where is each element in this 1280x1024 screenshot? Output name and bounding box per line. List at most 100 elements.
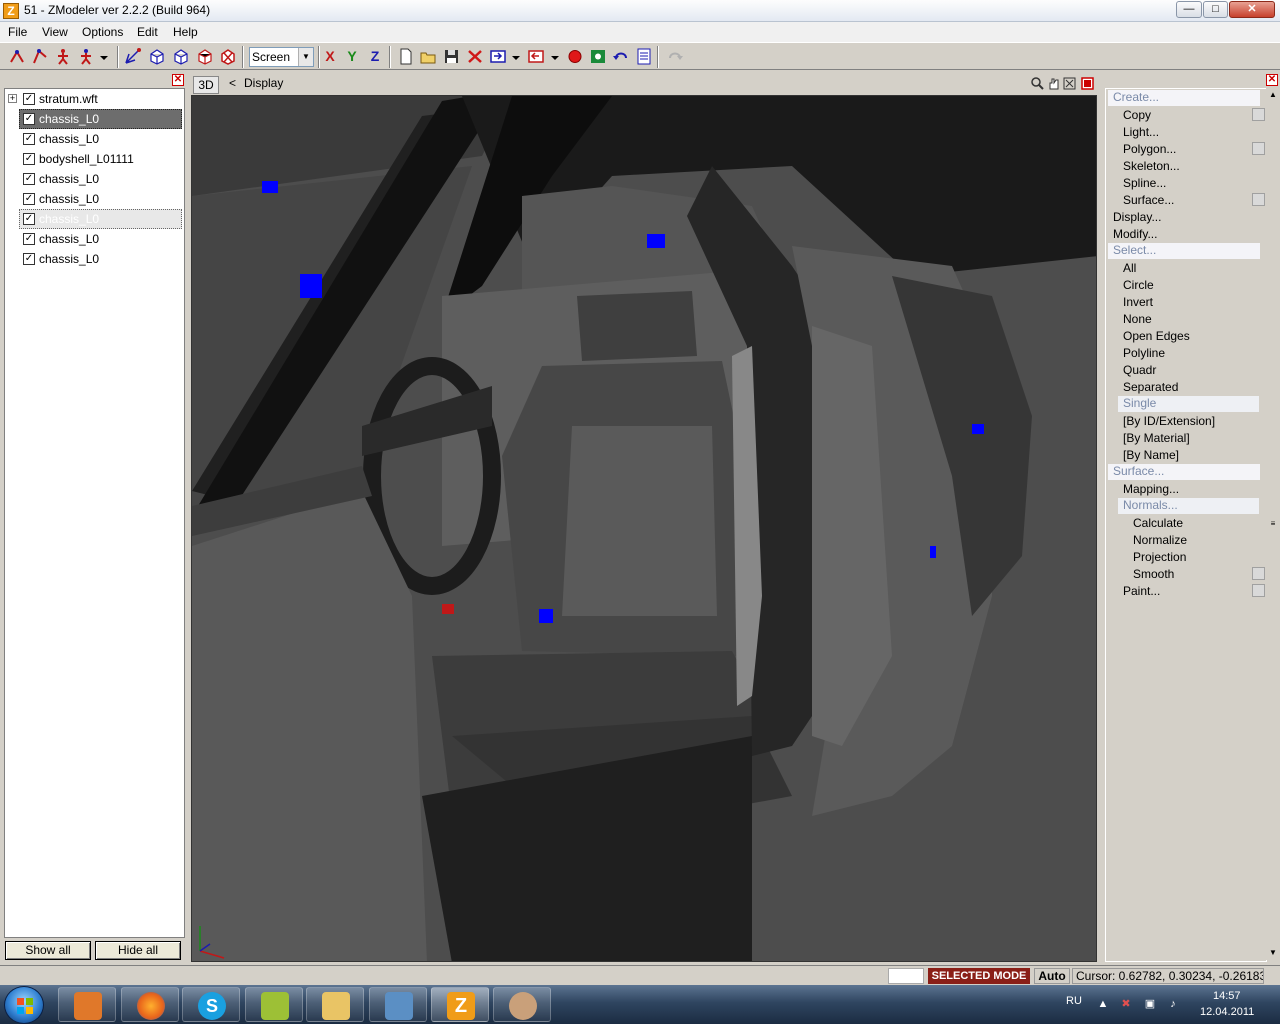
tree-item[interactable]: ✓ bodyshell_L01111 (5, 149, 183, 169)
command-light[interactable]: Light... (1123, 125, 1159, 139)
smooth-option-checkbox[interactable] (1252, 567, 1265, 580)
cube-icon[interactable] (148, 48, 166, 65)
menu-file[interactable]: File (8, 25, 27, 39)
dropdown-arrow-icon[interactable] (97, 48, 111, 65)
command-skeleton[interactable]: Skeleton... (1123, 159, 1180, 173)
command-select-by-id[interactable]: [By ID/Extension] (1123, 414, 1215, 428)
tree-item[interactable]: ✓ chassis_L0 (5, 169, 183, 189)
tree-item[interactable]: ✓ chassis_L0 (5, 249, 183, 269)
axis-z-button[interactable]: Z (366, 48, 384, 65)
tree-item[interactable]: ✓ chassis_L0 (5, 129, 183, 149)
visibility-checkbox[interactable]: ✓ (23, 113, 35, 125)
copy-option-checkbox[interactable] (1252, 108, 1265, 121)
polygon-option-checkbox[interactable] (1252, 142, 1265, 155)
command-select-open-edges[interactable]: Open Edges (1123, 329, 1190, 343)
command-select-single[interactable]: Single (1118, 396, 1259, 412)
close-button[interactable]: ✕ (1229, 1, 1275, 18)
network-warning-icon[interactable]: ✖ (1119, 997, 1133, 1011)
command-panel-scrollbar[interactable]: ▲ ≡ ▼ (1266, 88, 1280, 960)
command-modify[interactable]: Modify... (1113, 227, 1157, 241)
visibility-checkbox[interactable]: ✓ (23, 233, 35, 245)
tree-item[interactable]: ✓ chassis_L0 (5, 209, 183, 229)
scroll-down-icon[interactable]: ▼ (1266, 946, 1280, 960)
open-folder-icon[interactable] (420, 48, 438, 65)
command-normals-smooth[interactable]: Smooth (1133, 567, 1174, 581)
show-hidden-icons-icon[interactable]: ▲ (1096, 997, 1110, 1011)
clock-date[interactable]: 12.04.2011 (1200, 1006, 1254, 1018)
taskbar-media-player[interactable] (58, 987, 116, 1022)
pan-hand-icon[interactable] (1047, 77, 1060, 90)
3d-viewport[interactable] (191, 95, 1097, 962)
scroll-up-icon[interactable]: ▲ (1266, 88, 1280, 102)
command-polygon[interactable]: Polygon... (1123, 142, 1176, 156)
command-select-none[interactable]: None (1123, 312, 1152, 326)
select-edge-icon[interactable] (31, 48, 49, 65)
minimize-button[interactable]: — (1176, 1, 1202, 18)
expand-icon[interactable]: + (8, 94, 17, 103)
taskbar-firefox[interactable] (121, 987, 179, 1022)
command-normals-projection[interactable]: Projection (1133, 550, 1186, 564)
hide-all-button[interactable]: Hide all (95, 941, 181, 960)
select-object-icon[interactable] (77, 48, 95, 65)
volume-icon[interactable]: ♪ (1166, 997, 1180, 1011)
command-select-invert[interactable]: Invert (1123, 295, 1153, 309)
command-select-by-material[interactable]: [By Material] (1123, 431, 1190, 445)
taskbar-joystick-app[interactable] (245, 987, 303, 1022)
close-panel-icon[interactable]: ✕ (172, 74, 184, 86)
visibility-checkbox[interactable]: ✓ (23, 153, 35, 165)
chevron-down-icon[interactable]: ▼ (298, 48, 313, 66)
taskbar-skype[interactable]: S (182, 987, 240, 1022)
start-button[interactable] (4, 986, 44, 1024)
properties-icon[interactable] (635, 48, 653, 65)
command-display[interactable]: Display... (1113, 210, 1161, 224)
maximize-view-icon[interactable] (1063, 77, 1076, 90)
show-all-button[interactable]: Show all (5, 941, 91, 960)
visibility-checkbox[interactable]: ✓ (23, 133, 35, 145)
menu-help[interactable]: Help (173, 25, 198, 39)
command-select-quadr[interactable]: Quadr (1123, 363, 1156, 377)
dropdown-arrow-icon[interactable] (510, 48, 522, 65)
command-paint[interactable]: Paint... (1123, 584, 1160, 598)
zmodeler-app-icon[interactable]: Z (3, 3, 19, 19)
tree-item[interactable]: ✓ chassis_L0 (5, 109, 183, 129)
import-icon[interactable] (489, 48, 507, 65)
maximize-button[interactable]: □ (1203, 1, 1228, 18)
taskbar-paint[interactable] (493, 987, 551, 1022)
auto-mode-button[interactable]: Auto (1034, 968, 1070, 984)
new-file-icon[interactable] (397, 48, 415, 65)
scroll-thumb-icon[interactable]: ≡ (1266, 517, 1280, 531)
taskbar-zmodeler[interactable]: Z (431, 987, 489, 1022)
dropdown-arrow-icon[interactable] (549, 48, 561, 65)
box-delete-icon[interactable] (219, 48, 237, 65)
select-figure-icon[interactable] (54, 48, 72, 65)
back-arrow-icon[interactable]: < (229, 76, 236, 90)
paint-option-checkbox[interactable] (1252, 584, 1265, 597)
axis-x-button[interactable]: X (321, 48, 339, 65)
select-vertex-icon[interactable] (8, 48, 26, 65)
delete-icon[interactable] (466, 48, 484, 65)
view-mode-select[interactable]: Screen ▼ (249, 47, 314, 67)
command-create[interactable]: Create... (1108, 90, 1260, 106)
visibility-checkbox[interactable]: ✓ (23, 173, 35, 185)
command-surface-create[interactable]: Surface... (1123, 193, 1174, 207)
surface-option-checkbox[interactable] (1252, 193, 1265, 206)
visibility-checkbox[interactable]: ✓ (23, 253, 35, 265)
record-icon[interactable] (566, 48, 584, 65)
close-panel-icon[interactable]: ✕ (1266, 74, 1278, 86)
command-select-all[interactable]: All (1123, 261, 1136, 275)
command-select-polyline[interactable]: Polyline (1123, 346, 1165, 360)
command-mapping[interactable]: Mapping... (1123, 482, 1179, 496)
close-view-icon[interactable] (1081, 77, 1094, 90)
command-surface[interactable]: Surface... (1108, 464, 1260, 480)
render-icon[interactable] (589, 48, 607, 65)
export-icon[interactable] (527, 48, 545, 65)
language-indicator[interactable]: RU (1066, 995, 1082, 1007)
box-icon[interactable] (172, 48, 190, 65)
zoom-icon[interactable] (1031, 77, 1044, 90)
command-spline[interactable]: Spline... (1123, 176, 1166, 190)
tree-item[interactable]: ✓ chassis_L0 (5, 189, 183, 209)
undo-icon[interactable] (612, 48, 630, 65)
move-tool-icon[interactable] (124, 48, 142, 65)
command-normals[interactable]: Normals... (1118, 498, 1259, 514)
clock-time[interactable]: 14:57 (1213, 990, 1241, 1002)
